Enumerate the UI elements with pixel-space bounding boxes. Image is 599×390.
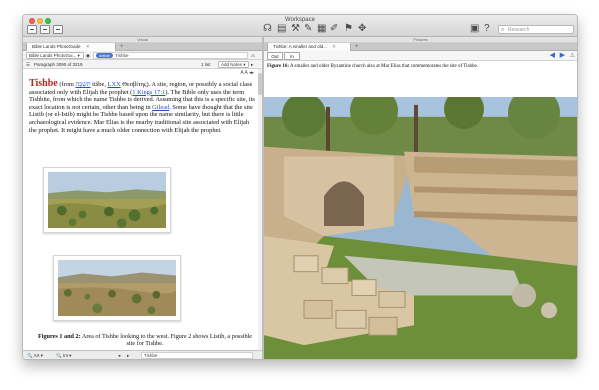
- resource-dropdown-label: Bible Lands PhotoGui...: [29, 53, 77, 58]
- media-pane: Pictures Tishbe: A smaller and old... ✕ …: [264, 37, 577, 359]
- app-window: Workspace ☊ ▤ ⚒ ✎ ▦ ✐ ⚑ ✥ ▣ ? ⌕ Research…: [22, 14, 578, 360]
- add-notes-label: Add Notes: [221, 62, 243, 67]
- gilead-link[interactable]: Gilead: [152, 104, 169, 111]
- reference-input[interactable]: Article Tishbe: [93, 52, 248, 59]
- body-mid1: tišbe,: [90, 81, 108, 88]
- bottom-int-menu[interactable]: 🔍 Int ▾: [56, 352, 71, 359]
- article-image-2[interactable]: [53, 255, 181, 321]
- next-result-icon[interactable]: ▸: [127, 352, 129, 359]
- library-icon[interactable]: [40, 25, 50, 34]
- bible-reference-link[interactable]: 1 Kings 17:1: [132, 89, 165, 96]
- byzantine-church-photo[interactable]: [264, 97, 577, 359]
- home-icon[interactable]: [27, 25, 37, 34]
- art-label: Art: [33, 353, 40, 358]
- paragraph-status: Paragraph 3090 of 3219: [34, 62, 83, 67]
- previous-result-icon[interactable]: ◂: [118, 352, 120, 359]
- tab-bible-lands-photoguide[interactable]: Bible Lands PhotoGuide ✕: [26, 43, 116, 51]
- zoom-out-button[interactable]: Out: [267, 52, 283, 60]
- reference-text: Tishbe: [115, 53, 129, 58]
- guides-icon[interactable]: ☊: [263, 23, 272, 35]
- resource-pane: Visual Bible Lands PhotoGuide ✕ + Bible …: [23, 37, 262, 359]
- hebrew-word-link[interactable]: תִּשְׁבֶּה: [75, 81, 90, 88]
- ruins-photo-svg: [264, 97, 577, 359]
- bottom-art-menu[interactable]: 🔍 Art ▾: [27, 352, 43, 359]
- image-caption-bold: Figure 16:: [267, 64, 289, 69]
- reference-type-chip[interactable]: Article: [96, 53, 114, 58]
- find-input[interactable]: Tishbe: [141, 352, 253, 359]
- highlight-icon[interactable]: ▦: [317, 23, 326, 35]
- close-tab-icon[interactable]: ✕: [86, 44, 90, 49]
- zoom-in-label: In: [290, 54, 294, 59]
- search-placeholder: Research: [508, 27, 530, 33]
- tab-label: Tishbe: A smaller and old...: [273, 44, 327, 49]
- body-pre: (from: [57, 81, 76, 88]
- figure-caption: Figures 1 and 2: Area of Tishbe looking …: [35, 333, 255, 348]
- previous-image-icon[interactable]: ◀: [550, 51, 555, 61]
- image-caption: Figure 16: A smaller and older Byzantine…: [267, 64, 574, 70]
- next-image-icon[interactable]: ▶: [560, 51, 565, 61]
- image-toolbar: Out In ◀ ▶ ⚠: [264, 51, 577, 61]
- panel-menu-icon[interactable]: ▸: [251, 61, 253, 68]
- article-paragraph: Tishbe (from תִּשְׁבֶּה tišbe, LXX Θεσβί…: [29, 78, 256, 134]
- resource-dropdown[interactable]: Bible Lands PhotoGui... ▾: [26, 52, 84, 59]
- sidebar-toggle-icon[interactable]: ☰: [26, 61, 30, 68]
- add-notes-button[interactable]: Add Notes ▾: [218, 61, 249, 68]
- headword: Tishbe: [29, 78, 58, 89]
- alert-icon[interactable]: ⚠: [251, 52, 255, 59]
- alert-icon[interactable]: ⚠: [570, 51, 575, 61]
- resource-toolbar: Bible Lands PhotoGui... ▾ ◉ Article Tishb…: [23, 51, 262, 60]
- figure-caption-bold: Figures 1 and 2:: [37, 333, 81, 340]
- landscape-photo-2: [58, 260, 176, 316]
- notes-icon[interactable]: ✎: [304, 23, 312, 35]
- lookup-count: 1 list: [201, 62, 211, 67]
- close-tab-icon[interactable]: ✕: [332, 44, 336, 49]
- search-bar: 🔍 Art ▾ 🔍 Int ▾ ◂ ▸ Tishbe: [23, 350, 262, 359]
- tab-label: Bible Lands PhotoGuide: [32, 44, 81, 49]
- sync-icon[interactable]: ◉: [86, 52, 90, 59]
- image-caption-text: A smaller and older Byzantine church als…: [289, 64, 478, 69]
- greek-word: Θεσβίτης: [120, 81, 147, 88]
- int-label: Int: [62, 353, 68, 358]
- lxx-link[interactable]: LXX: [108, 81, 121, 88]
- tab-tishbe-image[interactable]: Tishbe: A smaller and old... ✕: [267, 43, 351, 51]
- research-search-input[interactable]: ⌕ Research: [498, 25, 574, 34]
- font-size-control[interactable]: A A ◂▸: [240, 70, 254, 76]
- compose-icon[interactable]: ✐: [330, 23, 338, 35]
- find-text: Tishbe: [144, 353, 158, 358]
- bookmark-icon[interactable]: ⚑: [344, 23, 353, 35]
- search-icon: ⌕: [501, 27, 505, 33]
- article-image-1[interactable]: [43, 167, 171, 233]
- documents-icon[interactable]: ▤: [277, 23, 286, 35]
- status-toolbar: ☰ Paragraph 3090 of 3219 1 list Add Note…: [23, 60, 262, 69]
- window-title: Workspace: [285, 17, 315, 23]
- zoom-in-button[interactable]: In: [284, 52, 300, 60]
- move-icon[interactable]: ✥: [358, 23, 366, 35]
- new-tab-button[interactable]: +: [355, 43, 359, 51]
- zoom-out-label: Out: [271, 54, 279, 59]
- new-tab-button[interactable]: +: [120, 43, 124, 51]
- tab-bar: Tishbe: A smaller and old... ✕ +: [264, 43, 577, 51]
- font-size-label: A A: [240, 70, 248, 76]
- layouts-icon[interactable]: ▣: [470, 23, 479, 35]
- tab-bar: Bible Lands PhotoGuide ✕ +: [23, 43, 262, 51]
- tools-icon[interactable]: ⚒: [291, 23, 300, 35]
- calendar-icon[interactable]: [53, 25, 63, 34]
- landscape-photo-1: [48, 172, 166, 228]
- title-bar: Workspace ☊ ▤ ⚒ ✎ ▦ ✐ ⚑ ✥ ▣ ? ⌕ Research: [23, 15, 577, 37]
- figure-caption-text: Area of Tishbe looking to the west. Figu…: [80, 333, 253, 348]
- help-icon[interactable]: ?: [484, 23, 490, 35]
